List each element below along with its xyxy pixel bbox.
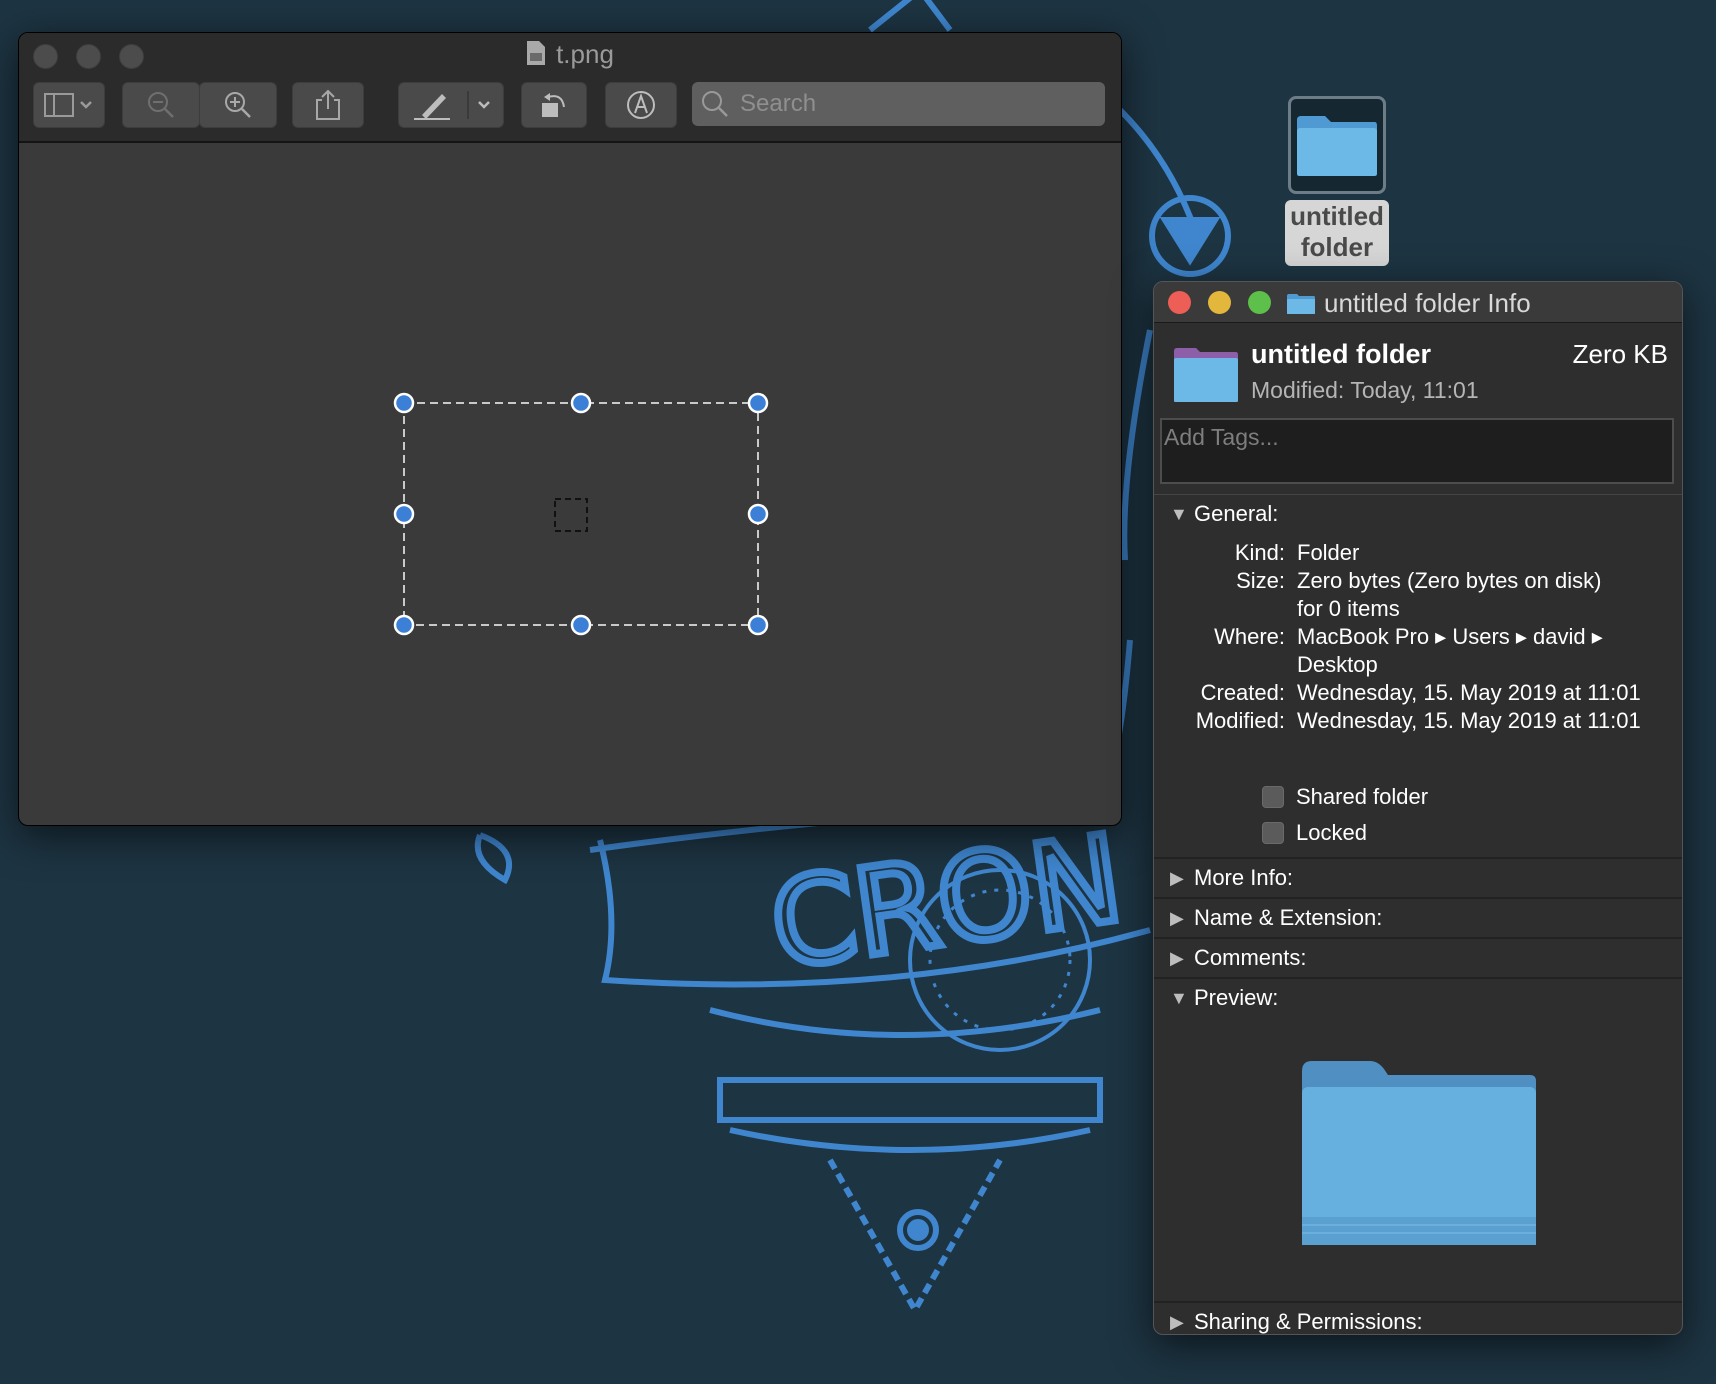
- window-controls: [1168, 291, 1271, 314]
- annotate-icon: [627, 91, 655, 119]
- preview-titlebar: t.png: [19, 33, 1121, 143]
- section-preview: ▼ Preview:: [1154, 979, 1682, 1303]
- get-info-window: untitled folder Info untitled folder Zer…: [1153, 281, 1683, 1335]
- section-comments: ▶ Comments:: [1154, 939, 1682, 979]
- tags-field[interactable]: [1160, 418, 1674, 484]
- disclosure-closed-icon: ▶: [1170, 867, 1184, 888]
- item-modified: Modified: Today, 11:01: [1251, 377, 1479, 403]
- desktop-folder[interactable]: untitled folder: [1282, 96, 1392, 266]
- section-more-info: ▶ More Info:: [1154, 859, 1682, 899]
- item-size: Zero KB: [1572, 339, 1668, 369]
- checkbox-unchecked[interactable]: [1262, 822, 1284, 844]
- window-title-text: t.png: [556, 39, 614, 69]
- section-more-info-toggle[interactable]: ▶ More Info:: [1154, 859, 1682, 897]
- general-properties: Kind: Folder Size: Zero bytes (Zero bytes …: [1195, 540, 1641, 733]
- image-canvas[interactable]: [19, 143, 1121, 825]
- close-button[interactable]: [1168, 291, 1191, 314]
- disclosure-open-icon: ▼: [1170, 503, 1188, 524]
- zoom-out-button[interactable]: [122, 82, 200, 128]
- folder-icon: [1287, 293, 1315, 314]
- folder-preview-icon: [1302, 1061, 1536, 1245]
- locked-checkbox[interactable]: Locked: [1262, 815, 1682, 851]
- section-sharing: ▶ Sharing & Permissions:: [1154, 1303, 1682, 1334]
- section-general: ▼ General: Kind: Folder Size: Zero bytes (…: [1154, 495, 1682, 859]
- disclosure-closed-icon: ▶: [1170, 1311, 1184, 1332]
- sidebar-icon: [44, 93, 92, 117]
- item-name: untitled folder: [1251, 339, 1431, 369]
- info-header: untitled folder Zero KB Modified: Today,…: [1154, 323, 1682, 418]
- shared-folder-checkbox[interactable]: Shared folder: [1262, 779, 1682, 815]
- search-field[interactable]: [692, 82, 1105, 126]
- wallpaper-text: CRON: [763, 810, 1130, 997]
- resize-handle-top: [570, 392, 592, 414]
- resize-handle-bottom-left: [393, 614, 415, 636]
- desktop-folder-icon[interactable]: [1288, 96, 1386, 194]
- preview-area: [1154, 1017, 1682, 1301]
- zoom-in-icon: [225, 92, 251, 118]
- window-title-text: untitled folder Info: [1324, 288, 1531, 318]
- zoom-out-icon: [148, 92, 174, 118]
- rotate-button[interactable]: [521, 82, 587, 128]
- window-title: untitled folder Info: [1286, 288, 1531, 319]
- resize-handle-left: [393, 503, 415, 525]
- share-icon: [316, 89, 340, 120]
- resize-handle-top-left: [393, 392, 415, 414]
- zoom-button[interactable]: [1248, 291, 1271, 314]
- section-sharing-toggle[interactable]: ▶ Sharing & Permissions:: [1154, 1303, 1682, 1334]
- info-titlebar: untitled folder Info: [1154, 282, 1682, 323]
- section-name-extension: ▶ Name & Extension:: [1154, 899, 1682, 939]
- selection-rectangle: [403, 402, 759, 626]
- disclosure-closed-icon: ▶: [1170, 907, 1184, 928]
- resize-handle-top-right: [747, 392, 769, 414]
- resize-handle-bottom: [570, 614, 592, 636]
- search-input[interactable]: [738, 89, 1082, 119]
- preview-window: t.png: [18, 32, 1122, 826]
- pen-icon: [414, 91, 490, 120]
- section-preview-toggle[interactable]: ▼ Preview:: [1154, 979, 1682, 1017]
- zoom-in-button[interactable]: [199, 82, 277, 128]
- search-icon: [702, 91, 728, 117]
- disclosure-closed-icon: ▶: [1170, 947, 1184, 968]
- section-general-toggle[interactable]: ▼ General:: [1154, 495, 1682, 533]
- annotate-button[interactable]: [605, 82, 677, 128]
- section-name-extension-toggle[interactable]: ▶ Name & Extension:: [1154, 899, 1682, 937]
- checkbox-unchecked[interactable]: [1262, 786, 1284, 808]
- window-title: t.png: [19, 39, 1121, 70]
- rotate-icon: [542, 93, 565, 117]
- selection-overlay[interactable]: [19, 143, 1121, 825]
- tags-input[interactable]: [1162, 420, 1656, 455]
- section-comments-toggle[interactable]: ▶ Comments:: [1154, 939, 1682, 977]
- folder-icon: [1174, 348, 1238, 402]
- share-button[interactable]: [292, 82, 364, 128]
- disclosure-open-icon: ▼: [1170, 987, 1188, 1008]
- minimize-button[interactable]: [1208, 291, 1231, 314]
- document-icon: [527, 41, 546, 65]
- resize-handle-bottom-right: [747, 614, 769, 636]
- markup-pen-button[interactable]: [398, 82, 504, 128]
- sidebar-toggle-button[interactable]: [33, 82, 105, 128]
- desktop-folder-label[interactable]: untitled folder: [1285, 200, 1389, 266]
- selection-center-marker: [554, 498, 588, 532]
- resize-handle-right: [747, 503, 769, 525]
